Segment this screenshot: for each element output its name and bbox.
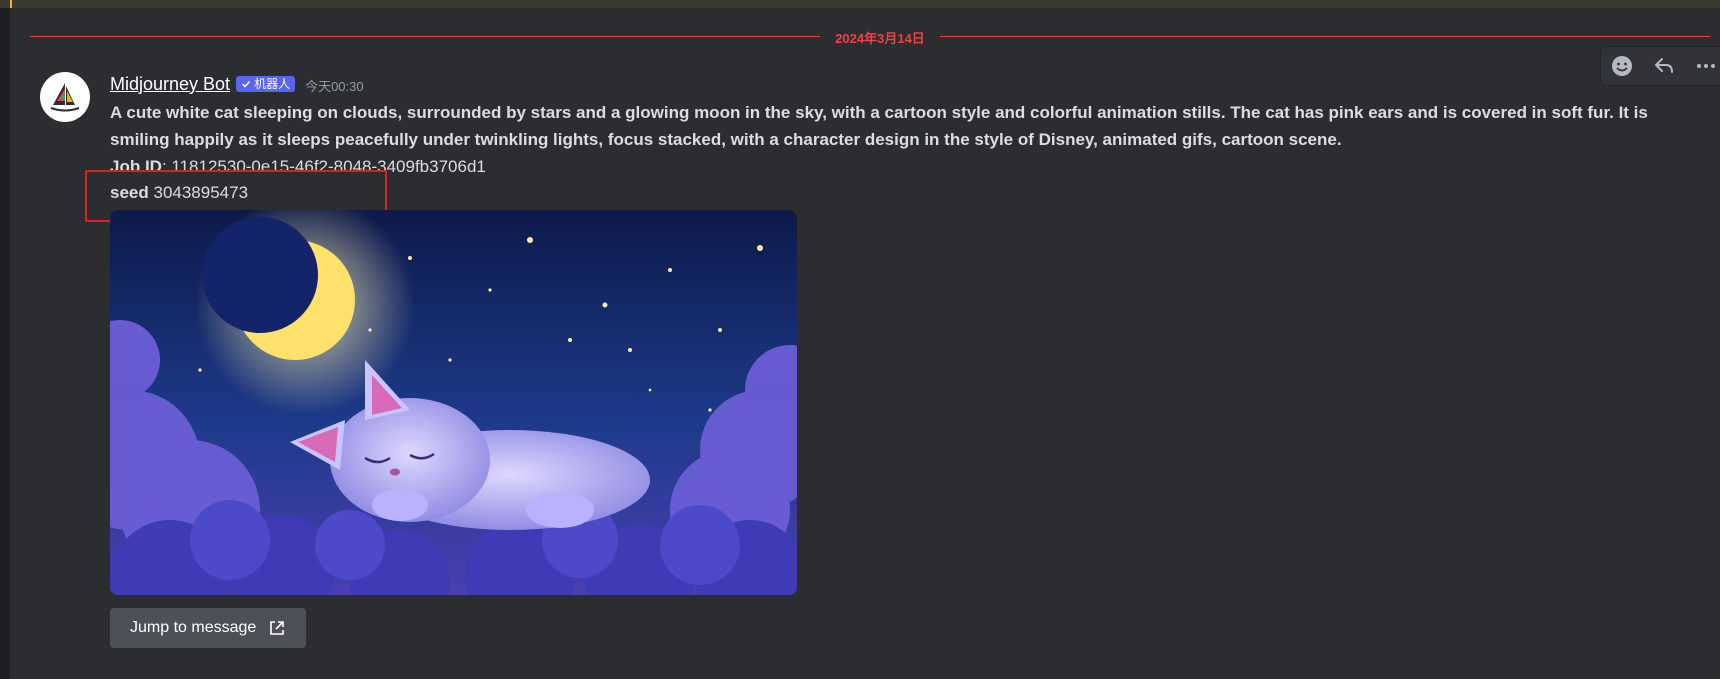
message-header: Midjourney Bot 机器人 今天00:30 [110,72,1670,96]
avatar[interactable] [40,72,90,122]
jump-to-message-label: Jump to message [130,619,257,636]
unread-accent [10,0,12,8]
verified-check-icon [242,80,251,88]
author-name[interactable]: Midjourney Bot [110,74,230,95]
more-button[interactable] [1690,50,1720,82]
divider-line-left [30,36,820,37]
chat-area: 2024年3月14日 新的 [10,8,1720,679]
sailboat-logo-icon [50,83,80,112]
bot-tag-label: 机器人 [254,77,291,91]
jump-to-message-button[interactable]: Jump to message [110,608,307,648]
divider-line-right [940,36,1710,37]
divider-date: 2024年3月14日 [835,31,925,46]
date-divider: 2024年3月14日 新的 [30,31,1710,71]
prompt-text: A cute white cat sleeping on clouds, sur… [110,103,1648,149]
message-timestamp: 今天00:30 [305,79,364,94]
top-bar [0,0,1720,8]
more-icon [1697,64,1715,68]
external-link-icon [270,621,285,635]
bot-tag: 机器人 [236,76,296,92]
attachment-image [110,210,797,595]
image-attachment[interactable] [110,210,797,595]
